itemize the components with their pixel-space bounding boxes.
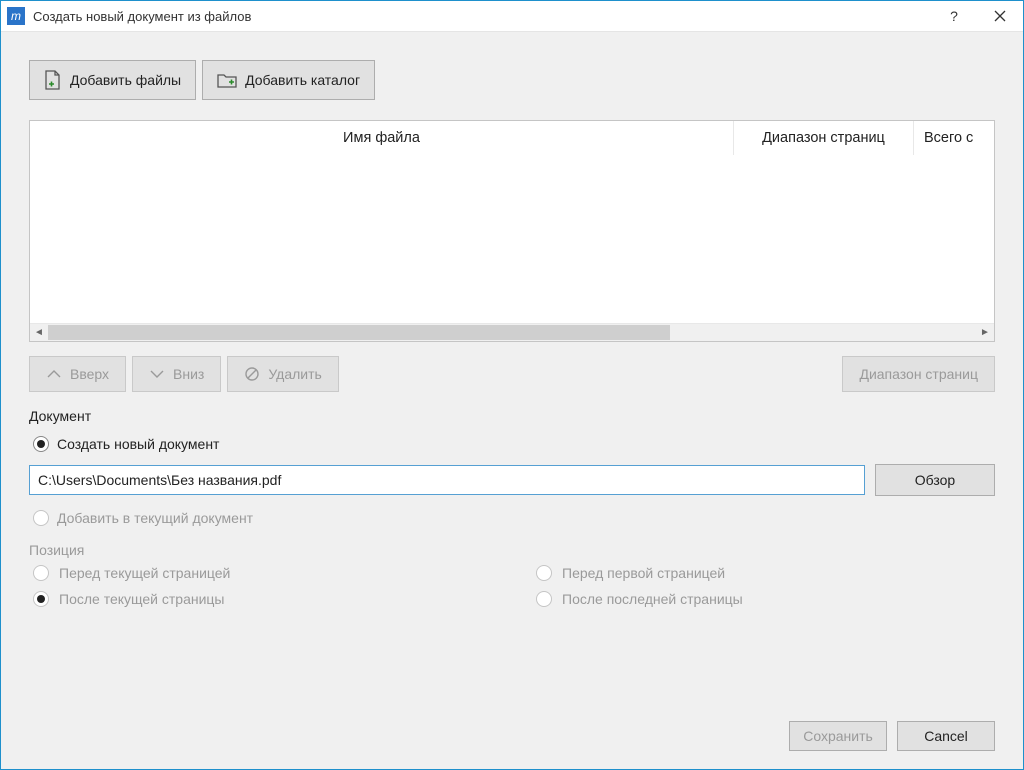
add-file-icon: [44, 70, 62, 90]
radio-icon: [33, 510, 49, 526]
radio-before-first-label: Перед первой страницей: [562, 565, 725, 581]
position-section: Позиция Перед текущей страницей Перед пе…: [29, 542, 995, 610]
horizontal-scrollbar[interactable]: ◄ ►: [30, 323, 994, 341]
radio-create-new[interactable]: Создать новый документ: [29, 430, 995, 458]
toolbar: Добавить файлы Добавить каталог: [11, 42, 1013, 114]
radio-after-current: После текущей страницы: [29, 588, 492, 610]
svg-text:?: ?: [950, 9, 958, 23]
radio-add-current-label: Добавить в текущий документ: [57, 510, 253, 526]
add-folder-label: Добавить каталог: [245, 72, 360, 88]
column-filename[interactable]: Имя файла: [30, 121, 734, 155]
column-page-range[interactable]: Диапазон страниц: [734, 121, 914, 155]
help-button[interactable]: ?: [931, 1, 977, 32]
scroll-thumb[interactable]: [48, 325, 670, 340]
radio-before-current-label: Перед текущей страницей: [59, 565, 230, 581]
close-button[interactable]: [977, 1, 1023, 32]
radio-icon: [33, 436, 49, 452]
radio-create-new-label: Создать новый документ: [57, 436, 219, 452]
path-row: Обзор: [29, 464, 995, 496]
radio-icon: [536, 591, 552, 607]
title-bar: m Создать новый документ из файлов ?: [1, 1, 1023, 32]
delete-button[interactable]: Удалить: [227, 356, 338, 392]
no-icon: [244, 366, 260, 382]
scroll-right-icon[interactable]: ►: [976, 324, 994, 341]
document-section-label: Документ: [29, 408, 995, 424]
add-folder-button[interactable]: Добавить каталог: [202, 60, 375, 100]
document-section: Документ Создать новый документ Обзор До…: [29, 408, 995, 532]
radio-icon: [33, 565, 49, 581]
file-list: Имя файла Диапазон страниц Всего с ◄ ►: [29, 120, 995, 342]
radio-before-first: Перед первой страницей: [532, 562, 995, 584]
radio-after-last-label: После последней страницы: [562, 591, 743, 607]
add-files-label: Добавить файлы: [70, 72, 181, 88]
dialog-footer: Сохранить Cancel: [11, 707, 1013, 761]
move-down-button[interactable]: Вниз: [132, 356, 221, 392]
move-up-label: Вверх: [70, 366, 109, 382]
position-section-label: Позиция: [29, 542, 995, 558]
list-actions: Вверх Вниз Удалить Диапазон страниц: [29, 356, 995, 392]
list-body[interactable]: [30, 155, 994, 323]
position-grid: Перед текущей страницей Перед первой стр…: [29, 562, 995, 610]
delete-label: Удалить: [268, 366, 321, 382]
browse-button[interactable]: Обзор: [875, 464, 995, 496]
radio-icon: [33, 591, 49, 607]
add-folder-icon: [217, 71, 237, 89]
scroll-left-icon[interactable]: ◄: [30, 324, 48, 341]
client-area: Добавить файлы Добавить каталог Имя файл…: [1, 32, 1023, 769]
output-path-input[interactable]: [29, 465, 865, 495]
page-range-button[interactable]: Диапазон страниц: [842, 356, 995, 392]
chevron-up-icon: [46, 368, 62, 380]
save-button[interactable]: Сохранить: [789, 721, 887, 751]
list-header: Имя файла Диапазон страниц Всего с: [30, 121, 994, 155]
cancel-button[interactable]: Cancel: [897, 721, 995, 751]
chevron-down-icon: [149, 368, 165, 380]
radio-icon: [536, 565, 552, 581]
scroll-track[interactable]: [48, 324, 976, 341]
page-range-label: Диапазон страниц: [859, 366, 978, 382]
move-down-label: Вниз: [173, 366, 204, 382]
radio-add-current: Добавить в текущий документ: [29, 504, 995, 532]
radio-after-last: После последней страницы: [532, 588, 995, 610]
add-files-button[interactable]: Добавить файлы: [29, 60, 196, 100]
window-title: Создать новый документ из файлов: [33, 9, 931, 24]
svg-text:m: m: [11, 9, 21, 23]
column-total-pages[interactable]: Всего с: [914, 121, 994, 155]
radio-before-current: Перед текущей страницей: [29, 562, 492, 584]
move-up-button[interactable]: Вверх: [29, 356, 126, 392]
dialog-window: m Создать новый документ из файлов ? Доб…: [0, 0, 1024, 770]
radio-after-current-label: После текущей страницы: [59, 591, 225, 607]
app-icon: m: [7, 7, 25, 25]
